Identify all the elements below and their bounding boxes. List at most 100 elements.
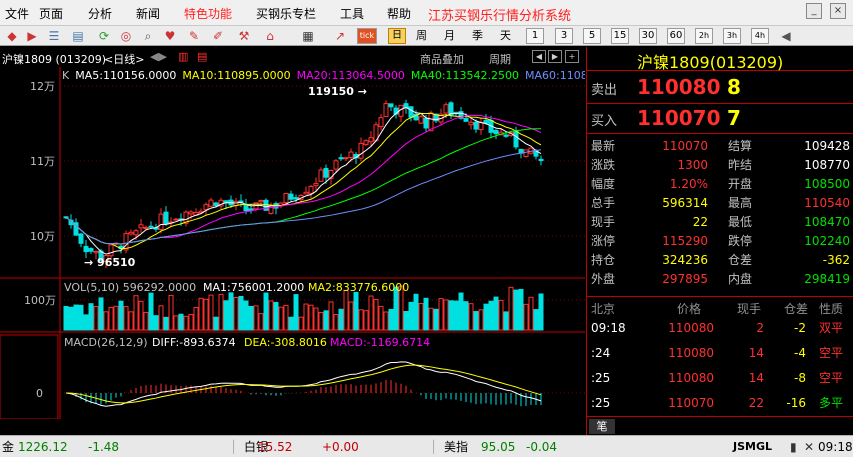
menu-tools[interactable]: 工具 [340,5,364,22]
candle-icon[interactable]: ▥ [178,50,188,63]
menu-analysis[interactable]: 分析 [88,5,112,22]
candle-body [188,211,194,215]
day-n-button[interactable]: 天 [500,28,511,44]
candle-body [128,231,134,235]
candle-body [408,106,414,118]
toolbar: ◆ ▶ ☰ ▤ ⟳ ◎ ⌕ ♥ ✎ ✐ ⚒ ⌂ ▦ ↗ tick 日 周 月 季… [0,26,853,46]
ma-label-10: MA10:110895.0000 [182,69,291,82]
trade-volume: 22 [748,396,764,410]
candle-body [93,250,99,254]
min1-button[interactable]: 1 [526,28,544,44]
target-icon[interactable]: ◎ [118,28,134,44]
pen-icon[interactable]: ✎ [186,28,202,44]
kline-chart[interactable]: 12万 11万 10万 100万 0 119150 → → 96510 VOL(… [0,47,585,435]
min15-button[interactable]: 15 [611,28,629,44]
trade-oi: -2 [794,321,806,335]
volume-bar [478,309,484,331]
volume-bar [63,305,69,331]
menu-bar: 文件 页面 分析 新闻 特色功能 买钢乐专栏 工具 帮助 江苏买钢乐行情分析系统… [0,0,853,26]
month-button[interactable]: 月 [444,28,455,44]
line-chart-icon[interactable]: ↗ [332,28,348,44]
vol-ma1-label: MA1:756001.2000 [203,281,304,294]
list-icon[interactable]: ☰ [46,28,62,44]
candle-body [83,245,89,253]
day-button[interactable]: 日 [388,28,406,44]
flag-icon[interactable]: ▶ [24,28,40,44]
stat-value: 102240 [804,234,850,248]
home-icon[interactable]: ◆ [4,28,20,44]
volume-bar [163,316,169,331]
separator-icon: │ [230,440,238,454]
volume-bar [518,288,524,331]
quote-stat-row: 最新 110070 结算 109428 [587,137,853,156]
chart-icon[interactable]: ▤ [70,28,86,44]
quarter-button[interactable]: 季 [472,28,483,44]
brush-icon[interactable]: ✐ [210,28,226,44]
stat-label: 结算 [728,139,753,153]
stat-label: 涨停 [591,234,616,248]
overlay-icon[interactable]: ▤ [197,50,207,63]
nav-left-icon[interactable]: ◀ [532,50,546,63]
h3-button[interactable]: 3h [723,28,741,44]
min5-button[interactable]: 5 [583,28,601,44]
trade-price: 110080 [668,371,714,385]
stat-value: 108500 [804,177,850,191]
stat-label: 现手 [591,215,616,229]
menu-news[interactable]: 新闻 [136,5,160,22]
menu-help[interactable]: 帮助 [387,5,411,22]
ma-label-40: MA40:113542.2500 [410,69,520,82]
trade-time: :25 [591,396,611,410]
menu-special[interactable]: 特色功能 [184,5,232,22]
stat-value: 108470 [804,215,850,229]
search-icon[interactable]: ⌕ [140,28,156,44]
minimize-icon[interactable]: _ [806,3,822,19]
candle-body [143,227,149,230]
table-icon[interactable]: ▦ [300,28,316,44]
ask-price: 110080 [637,75,721,99]
volume-bar [143,311,149,331]
tick-button[interactable]: tick [357,28,377,44]
candle-body [503,134,509,137]
chart-title: 沪镍1809 (013209) [2,53,107,66]
house-icon[interactable]: ⌂ [262,28,278,44]
app-title: 江苏买钢乐行情分析系统 [428,9,572,24]
stat-value: 1.20% [669,177,708,191]
brand-label: JSMGL [733,440,772,453]
volume-bar [528,296,534,331]
vol-label: VOL(5,10) 596292.0000 [64,281,196,294]
vol-ma2-label: MA2:833776.6000 [308,281,409,294]
trade-type: 空平 [819,371,844,385]
close-icon[interactable]: × [830,3,846,19]
bid-price: 110070 [637,106,721,130]
h2-button[interactable]: 2h [695,28,713,44]
stat-value: 110070 [662,139,708,153]
menu-page[interactable]: 页面 [39,5,63,22]
overlay-button[interactable]: 商品叠加 [420,51,464,67]
heart-icon[interactable]: ♥ [162,28,178,44]
week-button[interactable]: 周 [416,28,427,44]
volume-bar [378,305,384,331]
volume-bar [493,296,499,331]
min3-button[interactable]: 3 [555,28,573,44]
min30-button[interactable]: 30 [639,28,657,44]
period-button[interactable]: 周期 [489,51,511,67]
tab-ticks[interactable]: 笔 [589,419,615,434]
candle-body [333,160,339,170]
candle-body [343,157,349,160]
menu-file[interactable]: 文件 [5,5,29,22]
menu-column[interactable]: 买钢乐专栏 [256,5,316,22]
candle-body [348,151,354,159]
min60-button[interactable]: 60 [667,28,685,44]
nav-right-icon[interactable]: ▶ [548,50,562,63]
scroll-left-icon[interactable]: ◀▶ [150,50,167,63]
tools-icon[interactable]: ⚒ [236,28,252,44]
nav-plus-icon[interactable]: + [565,50,579,63]
volume-bar [363,310,369,331]
h4-button[interactable]: 4h [751,28,769,44]
prev-icon[interactable]: ◀ [778,28,794,44]
refresh-icon[interactable]: ⟳ [96,28,112,44]
volume-bar [413,293,419,331]
status-time: 09:18 [818,440,853,454]
quote-title-bar: 沪镍1809(013209) [587,47,853,72]
candle-body [378,117,384,128]
